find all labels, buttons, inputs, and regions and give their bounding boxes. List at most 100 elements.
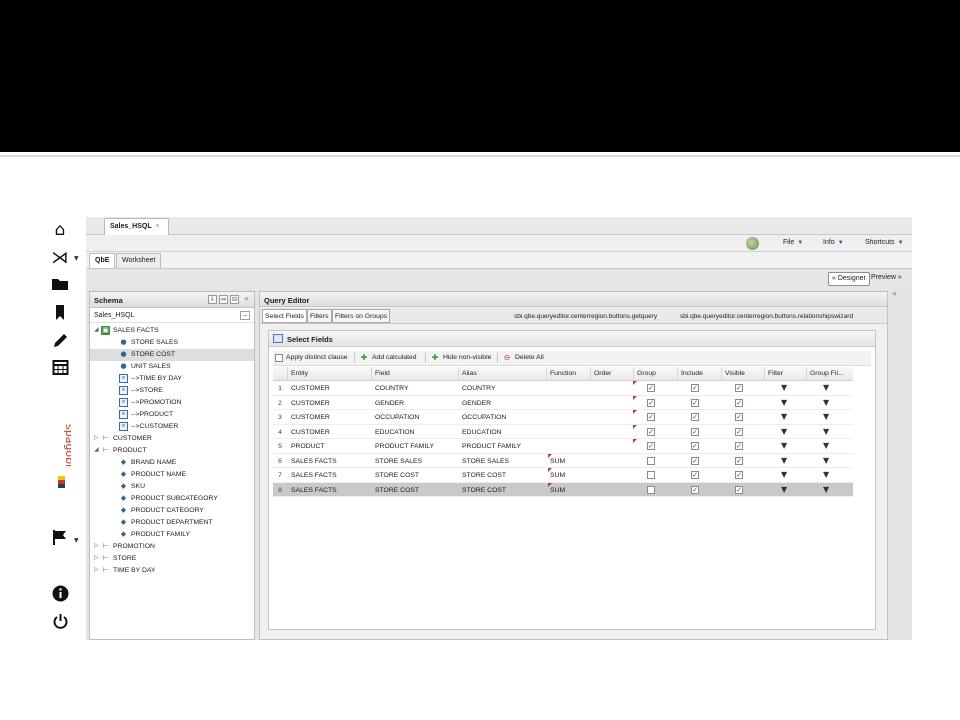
column-header[interactable]: Visible bbox=[725, 370, 745, 377]
schema-tree-item[interactable]: ▷ ⊢ CUSTOMER bbox=[90, 433, 254, 445]
filter-icon[interactable]: ▼ bbox=[781, 413, 787, 421]
entity-cell[interactable]: CUSTOMER bbox=[291, 429, 330, 436]
alias-cell[interactable]: STORE SALES bbox=[462, 458, 509, 465]
filter-icon[interactable]: ▼ bbox=[823, 384, 829, 392]
gear-icon[interactable] bbox=[746, 237, 759, 250]
filter-icon[interactable]: ▼ bbox=[781, 471, 787, 479]
filter-icon[interactable]: ▼ bbox=[781, 427, 787, 436]
schema-tree-item[interactable]: ≡ -->TIME BY DAY bbox=[90, 373, 254, 385]
group-checkbox[interactable] bbox=[647, 471, 655, 479]
table-row[interactable]: 4 CUSTOMER EDUCATION EDUCATION ✓ ✓ ✓ ▼ ▼ bbox=[273, 424, 853, 439]
include-checkbox[interactable]: ✓ bbox=[691, 398, 699, 407]
filter-icon[interactable]: ▼ bbox=[781, 456, 787, 465]
field-cell[interactable]: STORE SALES bbox=[375, 458, 422, 465]
relationships-wizard-button[interactable]: sbi.qbe.queryeditor.centerregion.buttons… bbox=[680, 313, 853, 320]
group-checkbox[interactable]: ✓ bbox=[647, 413, 655, 421]
tab-select-fields[interactable]: Select Fields bbox=[262, 309, 307, 323]
function-cell[interactable]: SUM bbox=[550, 487, 565, 494]
info-icon[interactable] bbox=[51, 585, 69, 603]
group-checkbox[interactable] bbox=[647, 485, 655, 494]
menu-shortcuts[interactable]: Shortcuts ▼ bbox=[865, 239, 904, 246]
visible-checkbox[interactable]: ✓ bbox=[735, 456, 743, 465]
column-header[interactable]: Group bbox=[637, 370, 656, 377]
collapse-icon[interactable]: ◢ bbox=[94, 446, 99, 453]
include-checkbox[interactable]: ✓ bbox=[691, 427, 699, 436]
filter-icon[interactable]: ▼ bbox=[823, 471, 829, 479]
schema-tree-item[interactable]: ≡ -->STORE bbox=[90, 385, 254, 397]
alias-cell[interactable]: PRODUCT FAMILY bbox=[462, 443, 521, 450]
bookmark-icon[interactable] bbox=[51, 304, 69, 322]
visible-checkbox[interactable]: ✓ bbox=[735, 471, 743, 479]
alias-cell[interactable]: GENDER bbox=[462, 400, 491, 407]
function-cell[interactable]: SUM bbox=[550, 472, 565, 479]
alias-cell[interactable]: OCCUPATION bbox=[462, 414, 506, 421]
alias-cell[interactable]: EDUCATION bbox=[462, 429, 502, 436]
collapse-left-icon[interactable]: « bbox=[244, 294, 249, 303]
entity-cell[interactable]: PRODUCT bbox=[291, 443, 325, 450]
schema-tree-item[interactable]: ● STORE SALES bbox=[90, 337, 254, 349]
schema-tree-item[interactable]: ◢ ⊢ PRODUCT bbox=[90, 445, 254, 457]
field-cell[interactable]: STORE COST bbox=[375, 487, 419, 494]
include-checkbox[interactable]: ✓ bbox=[691, 471, 699, 479]
group-checkbox[interactable]: ✓ bbox=[647, 442, 655, 450]
schema-tree-item[interactable]: ◆ PRODUCT FAMILY bbox=[90, 529, 254, 541]
schema-tree-item[interactable]: ▷ ⊢ PROMOTION bbox=[90, 541, 254, 553]
expand-icon[interactable]: ▷ bbox=[94, 542, 99, 549]
expand-icon[interactable]: ▷ bbox=[94, 566, 99, 573]
add-calculated-icon[interactable]: ✚ bbox=[359, 353, 369, 363]
schema-tree-item[interactable]: ◆ PRODUCT SUBCATEGORY bbox=[90, 493, 254, 505]
entity-cell[interactable]: SALES FACTS bbox=[291, 458, 337, 465]
add-icon[interactable]: ⇩ bbox=[208, 295, 217, 304]
group-checkbox[interactable]: ✓ bbox=[647, 427, 655, 436]
column-header[interactable]: Order bbox=[594, 370, 611, 377]
filter-icon[interactable]: ▼ bbox=[781, 442, 787, 450]
collapse-icon[interactable]: ◢ bbox=[94, 326, 99, 333]
visible-checkbox[interactable]: ✓ bbox=[735, 398, 743, 407]
column-header[interactable]: Filter bbox=[768, 370, 783, 377]
field-cell[interactable]: OCCUPATION bbox=[375, 414, 419, 421]
visible-checkbox[interactable]: ✓ bbox=[735, 413, 743, 421]
menu-file[interactable]: File ▼ bbox=[783, 239, 803, 246]
table-row[interactable]: 6 SALES FACTS STORE SALES STORE SALES SUM ✓ ✓ ▼… bbox=[273, 453, 853, 468]
filter-icon[interactable]: ▼ bbox=[823, 413, 829, 421]
schema-tree-item[interactable]: ● STORE COST bbox=[90, 349, 254, 361]
entity-cell[interactable]: SALES FACTS bbox=[291, 487, 337, 494]
menu-info[interactable]: Info ▼ bbox=[823, 239, 844, 246]
schema-tree-item[interactable]: ◢ ▣ SALES FACTS bbox=[90, 325, 254, 337]
distinct-label[interactable]: Apply distinct clause bbox=[286, 354, 348, 361]
column-header[interactable]: Entity bbox=[291, 370, 308, 377]
schema-tree-item[interactable]: ▷ ⊢ STORE bbox=[90, 553, 254, 565]
filter-icon[interactable]: ▼ bbox=[823, 442, 829, 450]
field-cell[interactable]: COUNTRY bbox=[375, 385, 408, 392]
entity-cell[interactable]: CUSTOMER bbox=[291, 414, 330, 421]
include-checkbox[interactable]: ✓ bbox=[691, 413, 699, 421]
tab-sales-hsql[interactable]: Sales_HSQL × bbox=[104, 218, 169, 235]
table-row[interactable]: 2 CUSTOMER GENDER GENDER ✓ ✓ ✓ ▼ ▼ bbox=[273, 395, 853, 410]
schema-tree-item[interactable]: ◆ PRODUCT DEPARTMENT bbox=[90, 517, 254, 529]
distinct-checkbox[interactable] bbox=[275, 354, 283, 362]
schema-tree-item[interactable]: ● UNIT SALES bbox=[90, 361, 254, 373]
folder-icon[interactable] bbox=[51, 276, 69, 294]
expand-icon[interactable]: ▷ bbox=[94, 554, 99, 561]
column-header[interactable]: Alias bbox=[462, 370, 477, 377]
group-checkbox[interactable]: ✓ bbox=[647, 384, 655, 392]
filter-icon[interactable]: ▼ bbox=[781, 485, 787, 494]
expand-icon[interactable]: ▷ bbox=[94, 434, 99, 441]
collapse-right-icon[interactable]: « bbox=[892, 289, 904, 301]
filter-icon[interactable]: ▼ bbox=[823, 485, 829, 494]
column-header[interactable]: Include bbox=[681, 370, 703, 377]
field-cell[interactable]: PRODUCT FAMILY bbox=[375, 443, 434, 450]
tab-worksheet[interactable]: Worksheet bbox=[116, 253, 162, 268]
group-checkbox[interactable] bbox=[647, 456, 655, 465]
table-row[interactable]: 3 CUSTOMER OCCUPATION OCCUPATION ✓ ✓ ✓ ▼ ▼ bbox=[273, 410, 853, 425]
collapse-icon[interactable]: − bbox=[240, 311, 250, 320]
filter-icon[interactable]: ▼ bbox=[781, 398, 787, 407]
filter-icon[interactable]: ▼ bbox=[823, 456, 829, 465]
calendar-icon[interactable] bbox=[51, 359, 69, 377]
visible-checkbox[interactable]: ✓ bbox=[735, 384, 743, 392]
alias-cell[interactable]: STORE COST bbox=[462, 472, 506, 479]
column-header[interactable]: Group Fil... bbox=[810, 370, 844, 377]
pencil-icon[interactable] bbox=[51, 332, 69, 350]
alias-cell[interactable]: STORE COST bbox=[462, 487, 506, 494]
visible-checkbox[interactable]: ✓ bbox=[735, 427, 743, 436]
